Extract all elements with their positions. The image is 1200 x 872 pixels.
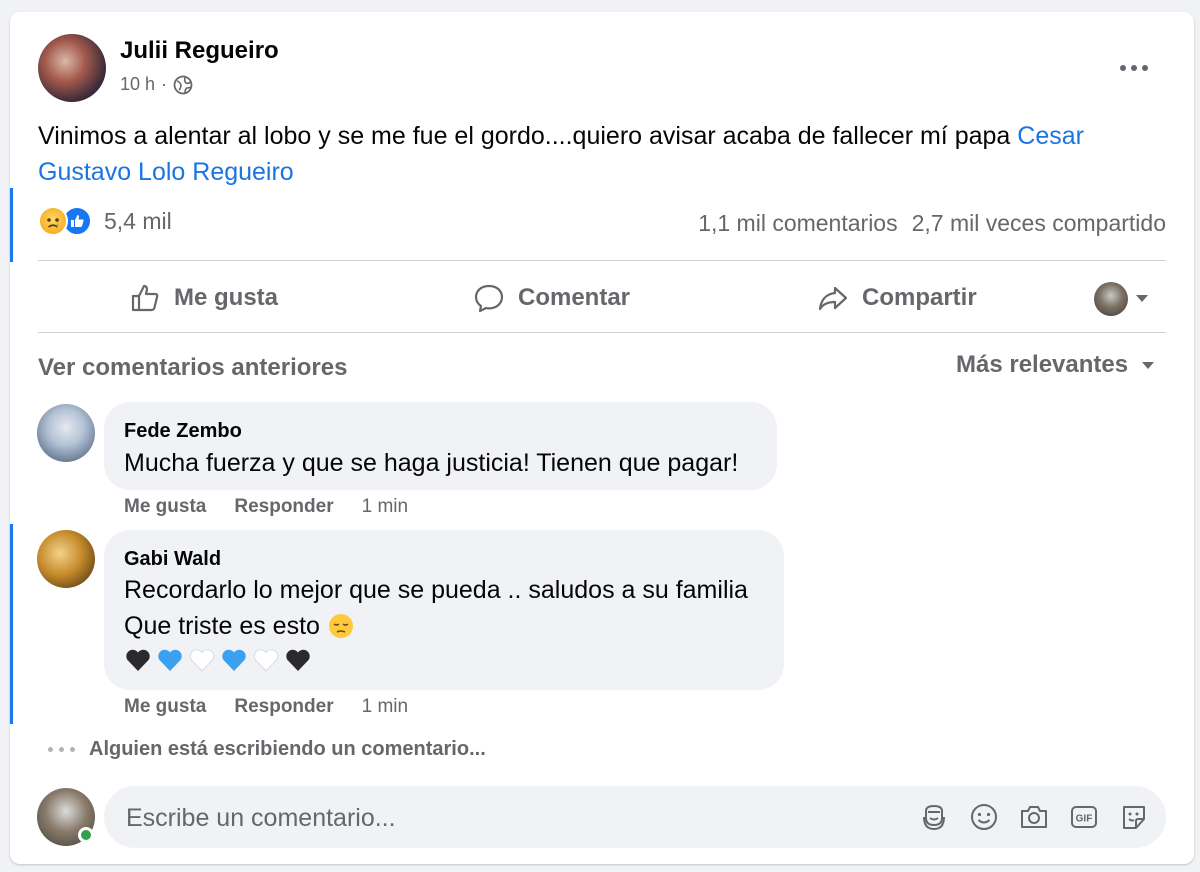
like-label: Me gusta (174, 284, 279, 311)
commenter-avatar[interactable] (37, 530, 95, 588)
sticker-icon[interactable] (1118, 801, 1150, 833)
gif-icon[interactable]: GIF (1068, 801, 1100, 833)
comment-bubble-icon (474, 284, 504, 313)
share-arrow-icon (818, 286, 848, 311)
white-heart-icon (253, 649, 279, 672)
globe-icon (173, 75, 193, 94)
comment-label: Comentar (518, 284, 631, 311)
white-heart-icon (189, 649, 215, 672)
post-time[interactable]: 10 h (120, 74, 155, 95)
hearts-row (124, 646, 312, 674)
share-label: Compartir (862, 284, 977, 311)
comment-composer[interactable]: GIF (104, 786, 1166, 848)
comment-reply-link[interactable]: Responder (234, 496, 333, 518)
thumbs-up-icon (131, 284, 159, 312)
comment-text: Mucha fuerza y que se haga justicia! Tie… (124, 449, 739, 477)
comment-actions: Me gusta Responder 1 min (124, 496, 408, 518)
share-button[interactable]: Compartir (816, 276, 977, 320)
typing-text: Alguien está escribiendo un comentario..… (89, 738, 486, 760)
commenter-avatar[interactable] (37, 404, 95, 462)
comment-like-link[interactable]: Me gusta (124, 496, 206, 518)
like-button[interactable]: Me gusta (128, 276, 278, 320)
online-status-indicator (78, 827, 94, 843)
divider (38, 260, 1166, 261)
divider (38, 332, 1166, 333)
focus-indicator (10, 188, 13, 262)
chevron-down-icon[interactable] (1136, 295, 1148, 302)
blue-heart-icon (158, 649, 182, 671)
avatar-sticker-icon[interactable] (918, 801, 950, 833)
more-options-icon[interactable] (1114, 56, 1154, 80)
comment-bubble: Fede Zembo Mucha fuerza y que se haga ju… (104, 402, 777, 490)
post-as-avatar[interactable] (1094, 282, 1128, 316)
sort-label: Más relevantes (956, 351, 1129, 378)
comment-text-line2-row: Que triste es esto (124, 608, 354, 644)
commenter-name[interactable]: Fede Zembo (124, 420, 242, 443)
comment-time[interactable]: 1 min (362, 496, 408, 518)
author-name[interactable]: Julii Regueiro (120, 37, 279, 65)
reactions-summary[interactable]: 5,4 mil (38, 206, 172, 236)
camera-icon[interactable] (1018, 801, 1050, 833)
post-text: Vinimos a alentar al lobo y se me fue el… (38, 118, 1168, 190)
blue-heart-icon (222, 649, 246, 671)
svg-text:GIF: GIF (1076, 814, 1093, 825)
typing-indicator: Alguien está escribiendo un comentario..… (48, 738, 486, 761)
post-stats: 1,1 mil comentarios 2,7 mil veces compar… (698, 210, 1166, 237)
pensive-face-emoji (328, 614, 353, 638)
comment-input[interactable] (124, 798, 888, 838)
emoji-icon[interactable] (968, 801, 1000, 833)
shares-count[interactable]: 2,7 mil veces compartido (912, 210, 1166, 237)
view-previous-comments[interactable]: Ver comentarios anteriores (38, 354, 347, 382)
chevron-down-icon (1142, 361, 1155, 369)
sort-comments-dropdown[interactable]: Más relevantes (956, 351, 1155, 379)
comment-actions: Me gusta Responder 1 min (124, 696, 408, 718)
author-avatar[interactable] (38, 34, 106, 102)
black-heart-icon (286, 649, 310, 671)
black-heart-icon (126, 649, 150, 671)
sad-reaction-icon (38, 206, 68, 236)
commenter-name[interactable]: Gabi Wald (124, 548, 221, 571)
meta-separator: · (161, 74, 168, 94)
comment-reply-link[interactable]: Responder (234, 696, 333, 718)
comments-count[interactable]: 1,1 mil comentarios (698, 210, 897, 237)
comment-button[interactable]: Comentar (472, 276, 630, 320)
comment-text-line1: Recordarlo lo mejor que se pueda .. salu… (124, 576, 748, 604)
comment-like-link[interactable]: Me gusta (124, 696, 206, 718)
post-card: Julii Regueiro 10 h · Vinimos a alentar … (10, 12, 1194, 864)
post-text-body: Vinimos a alentar al lobo y se me fue el… (38, 122, 1018, 150)
comment-time[interactable]: 1 min (362, 696, 408, 718)
focus-indicator (10, 524, 13, 724)
comment-bubble: Gabi Wald Recordarlo lo mejor que se pue… (104, 530, 784, 690)
typing-dots-icon (48, 747, 75, 752)
composer-icons: GIF (918, 801, 1150, 833)
post-meta: 10 h · (120, 74, 193, 95)
reaction-count: 5,4 mil (104, 207, 172, 234)
comment-text-line2: Que triste es esto (124, 612, 320, 640)
